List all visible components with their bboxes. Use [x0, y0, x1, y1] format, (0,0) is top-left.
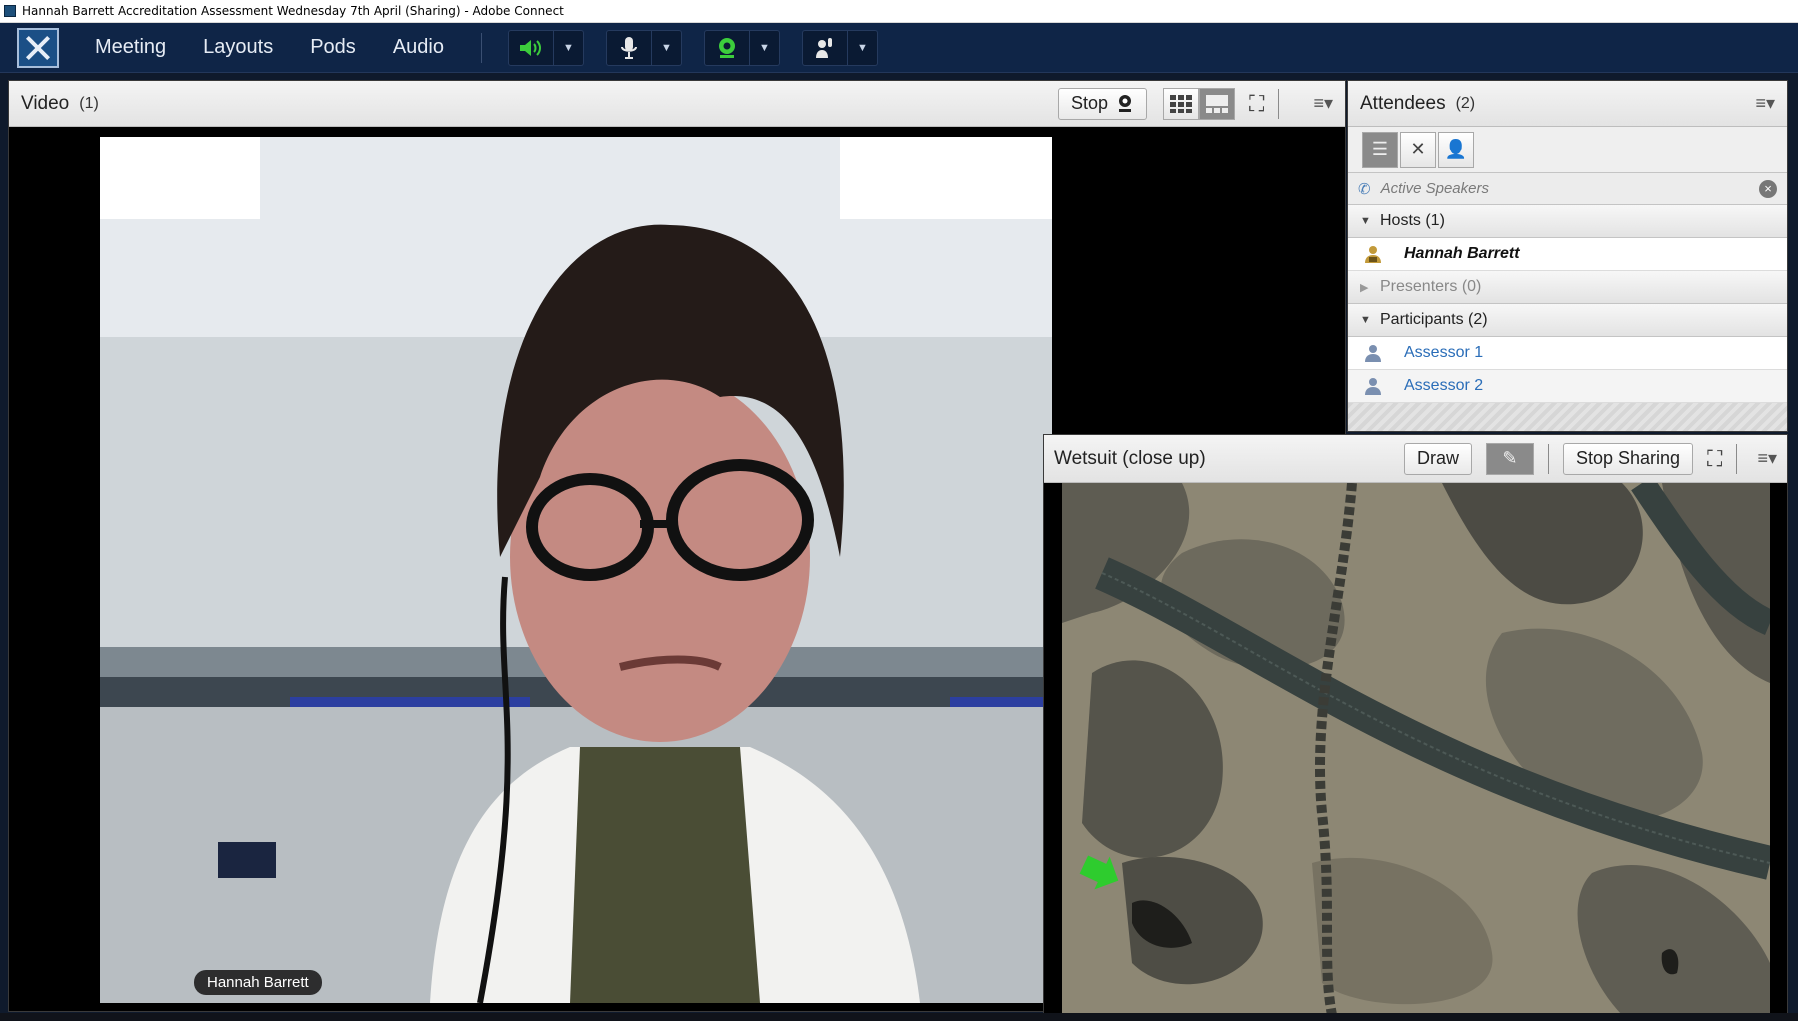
attendees-view-toolbar: ☰ ✕ 👤	[1348, 127, 1787, 173]
video-pod-count: (1)	[79, 94, 99, 112]
draw-button[interactable]: Draw	[1403, 442, 1472, 475]
pointer-tool-button[interactable]: ✎	[1485, 442, 1534, 475]
raise-hand-icon	[815, 37, 832, 58]
attendees-pod-count: (2)	[1455, 94, 1476, 112]
breakout-view-button[interactable]: ✕	[1400, 131, 1436, 168]
speaker-button[interactable]	[507, 29, 554, 66]
webcam-dropdown[interactable]: ▼	[749, 29, 780, 66]
phone-icon: ✆	[1358, 180, 1371, 198]
presenters-group-header[interactable]: ▶ Presenters (0)	[1348, 271, 1787, 304]
active-speakers-label: Active Speakers	[1380, 180, 1489, 197]
list-view-icon: ☰	[1371, 139, 1389, 159]
close-icon[interactable]: ×	[1759, 179, 1777, 198]
wetsuit-closeup-image	[1062, 483, 1770, 1015]
speaker-view-icon	[1206, 94, 1229, 113]
grid-view-icon	[1170, 94, 1193, 113]
stop-button-label: Stop	[1071, 93, 1109, 113]
webcam-person-icon	[1119, 94, 1132, 112]
adobe-connect-logo-icon[interactable]	[17, 27, 59, 68]
shared-image	[1062, 483, 1770, 1015]
video-pod-header: Video (1) Stop ⛶ ≡▾	[9, 81, 1345, 127]
attendees-pod-header: Attendees (2) ≡▾	[1348, 81, 1787, 127]
raise-hand-control: ▼	[801, 29, 878, 66]
menu-audio[interactable]: Audio	[393, 36, 444, 59]
attendee-row-participant[interactable]: Assessor 2	[1348, 370, 1787, 403]
stop-sharing-label: Stop Sharing	[1575, 448, 1681, 468]
speaker-control: ▼	[507, 29, 584, 66]
hosts-group-label: Hosts (1)	[1380, 212, 1445, 229]
speaker-dropdown[interactable]: ▼	[553, 29, 584, 66]
single-speaker-view-button[interactable]	[1199, 87, 1236, 120]
attendee-status-icon: 👤	[1444, 139, 1468, 159]
webcam-video-image	[100, 137, 1052, 1003]
share-pod-title: Wetsuit (close up)	[1054, 447, 1206, 469]
attendee-list-empty-area	[1348, 403, 1787, 431]
attendee-status-view-button[interactable]: 👤	[1438, 131, 1474, 168]
microphone-dropdown[interactable]: ▼	[651, 29, 682, 66]
participant-user-icon	[1362, 342, 1384, 364]
taskbar-strip	[0, 1013, 1798, 1021]
menu-layouts[interactable]: Layouts	[203, 36, 273, 59]
menu-pods[interactable]: Pods	[310, 36, 356, 59]
pod-options-menu-icon[interactable]: ≡▾	[1313, 93, 1333, 114]
attendees-pod: Attendees (2) ≡▾ ☰ ✕ 👤 ✆ Active Speakers…	[1347, 80, 1788, 432]
webcam-icon	[718, 37, 735, 58]
participants-group-label: Participants (2)	[1380, 311, 1488, 328]
attendees-pod-title: Attendees	[1360, 92, 1446, 114]
collapsed-triangle-icon: ▶	[1360, 281, 1369, 294]
attendee-row-host[interactable]: Hannah Barrett	[1348, 238, 1787, 271]
menu-meeting[interactable]: Meeting	[95, 36, 166, 59]
chevron-down-icon: ▼	[563, 41, 574, 54]
presenters-group-label: Presenters (0)	[1380, 278, 1482, 295]
hosts-group-header[interactable]: ▼ Hosts (1)	[1348, 205, 1787, 238]
pointer-icon: ✎	[1502, 448, 1518, 468]
attendee-name: Hannah Barrett	[1404, 245, 1520, 262]
host-user-icon	[1362, 243, 1384, 265]
menu-bar: Meeting Layouts Pods Audio ▼ ▼ ▼ ▼	[0, 23, 1798, 73]
speaker-icon	[519, 39, 541, 56]
chevron-down-icon: ▼	[857, 41, 868, 54]
attendees-options-menu-icon[interactable]: ≡▾	[1755, 93, 1775, 114]
fullscreen-icon[interactable]: ⛶	[1707, 446, 1722, 472]
attendee-name: Assessor 2	[1404, 377, 1484, 394]
chevron-down-icon: ▼	[759, 41, 770, 54]
active-speakers-bar: ✆ Active Speakers ×	[1348, 173, 1787, 205]
stop-webcam-button[interactable]: Stop	[1058, 87, 1148, 120]
fullscreen-icon[interactable]: ⛶	[1249, 91, 1264, 117]
share-options-menu-icon[interactable]: ≡▾	[1757, 448, 1777, 469]
filmstrip-view-button[interactable]	[1163, 87, 1200, 120]
attendee-name: Assessor 1	[1404, 344, 1484, 361]
attendee-row-participant[interactable]: Assessor 1	[1348, 337, 1787, 370]
stop-sharing-button[interactable]: Stop Sharing	[1562, 442, 1694, 475]
participant-user-icon	[1362, 375, 1384, 397]
window-title: Hannah Barrett Accreditation Assessment …	[22, 4, 564, 18]
video-pod-title: Video	[21, 92, 70, 114]
video-speaker-name-label: Hannah Barrett	[194, 970, 322, 995]
webcam-control: ▼	[703, 29, 780, 66]
webcam-video-feed: Hannah Barrett	[100, 137, 1052, 1003]
chevron-down-icon: ▼	[661, 41, 672, 54]
microphone-icon	[620, 36, 637, 59]
share-pod: Wetsuit (close up) Draw ✎ Stop Sharing ⛶…	[1043, 434, 1788, 1015]
expanded-triangle-icon: ▼	[1360, 314, 1371, 326]
breakout-rooms-icon: ✕	[1410, 139, 1426, 159]
draw-button-label: Draw	[1416, 448, 1459, 468]
webcam-button[interactable]	[703, 29, 750, 66]
raise-hand-button[interactable]	[801, 29, 848, 66]
raise-hand-dropdown[interactable]: ▼	[847, 29, 878, 66]
expanded-triangle-icon: ▼	[1360, 215, 1371, 227]
microphone-control: ▼	[605, 29, 682, 66]
menu-separator	[480, 32, 482, 63]
share-pod-header: Wetsuit (close up) Draw ✎ Stop Sharing ⛶…	[1044, 435, 1787, 483]
microphone-button[interactable]	[605, 29, 652, 66]
adobe-connect-app-icon	[4, 5, 16, 17]
window-titlebar: Hannah Barrett Accreditation Assessment …	[0, 0, 1798, 23]
attendee-list-view-button[interactable]: ☰	[1362, 131, 1398, 168]
participants-group-header[interactable]: ▼ Participants (2)	[1348, 304, 1787, 337]
